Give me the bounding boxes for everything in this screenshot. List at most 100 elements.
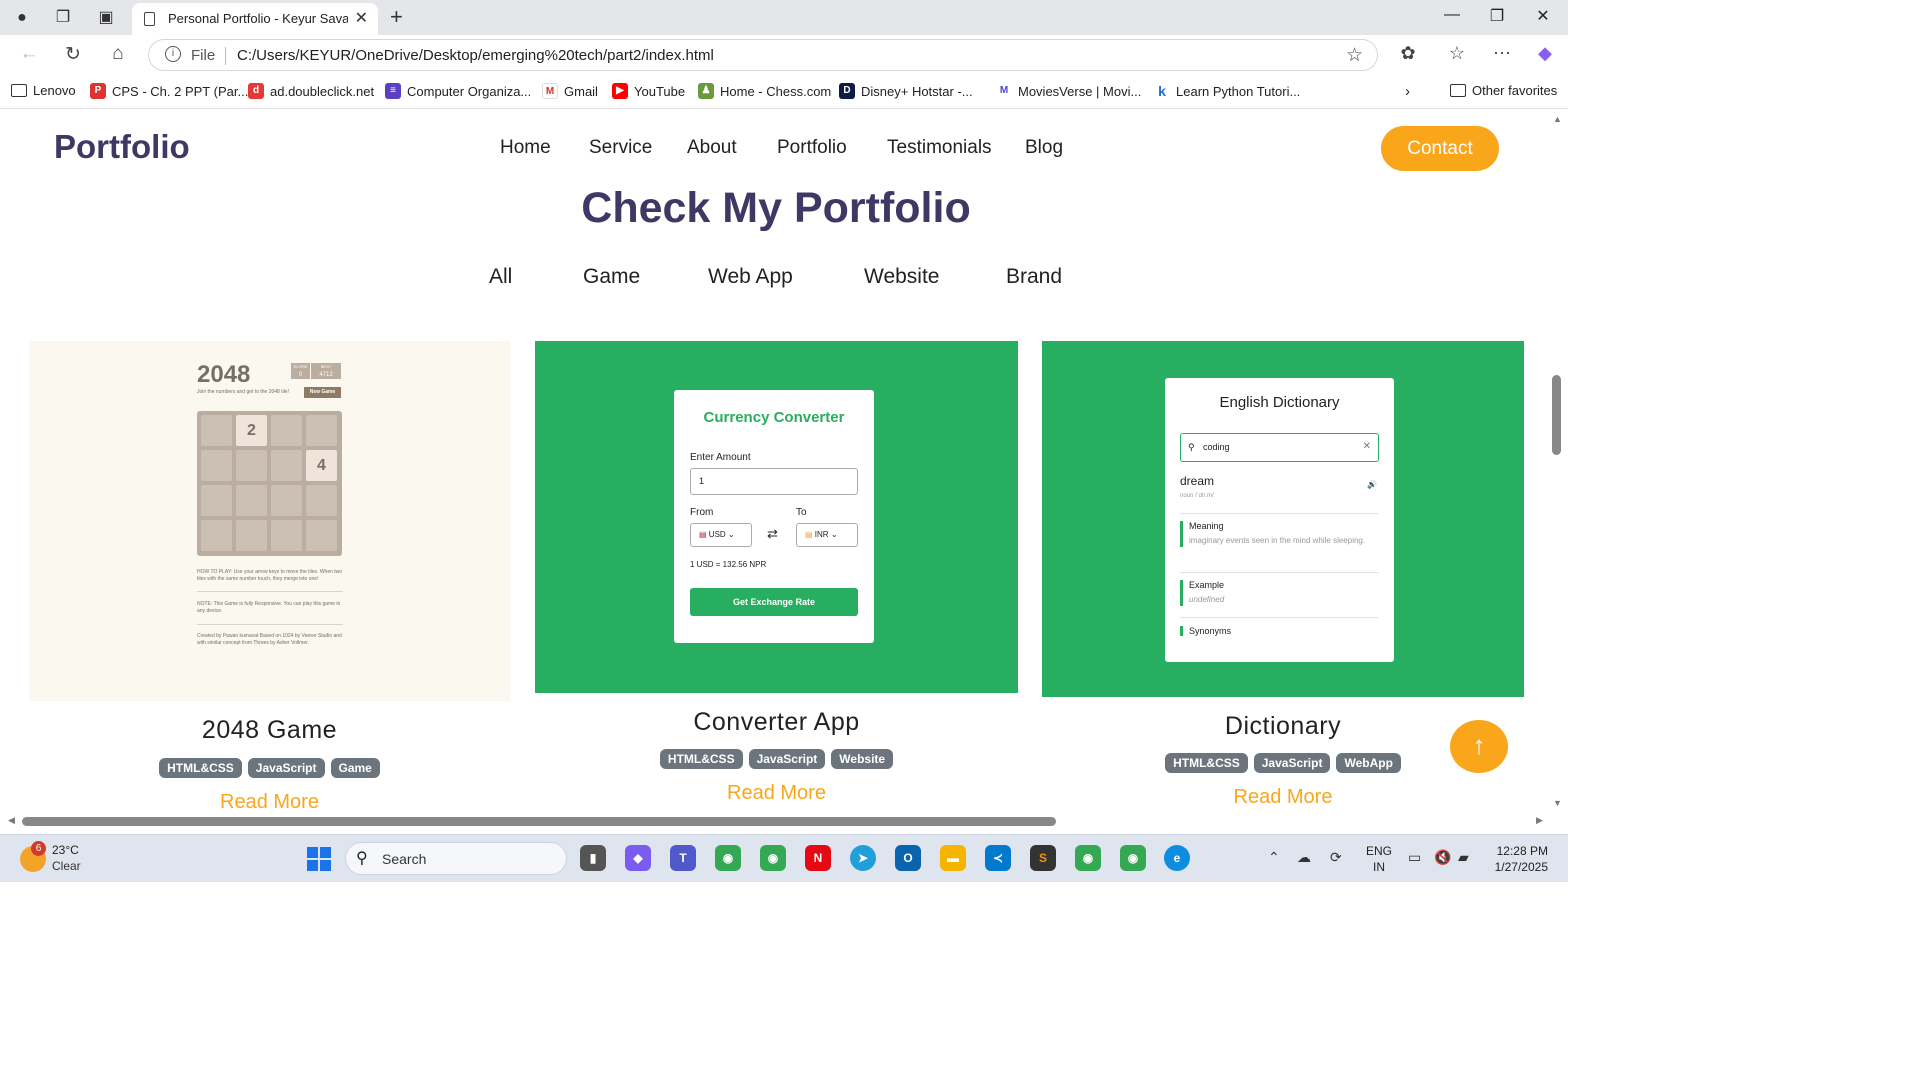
from-currency-select[interactable]: ▤ USD ⌄ [690, 523, 752, 547]
sublime-text-icon[interactable]: S [1030, 845, 1056, 871]
game-board[interactable]: 24 [197, 411, 342, 556]
to-currency-select[interactable]: ▤ INR ⌄ [796, 523, 858, 547]
nav-service[interactable]: Service [589, 137, 652, 159]
address-bar[interactable]: i File C:/Users/KEYUR/OneDrive/Desktop/e… [148, 39, 1378, 71]
network-icon[interactable]: ☁ [1297, 849, 1311, 866]
system-clock[interactable]: 12:28 PM 1/27/2025 [1486, 843, 1548, 875]
scroll-to-top-button[interactable]: ↑ [1450, 720, 1508, 773]
vertical-scrollbar[interactable]: ▲ ▼ [1548, 110, 1568, 828]
get-exchange-rate-button[interactable]: Get Exchange Rate [690, 588, 858, 616]
bookmark-other-favorites[interactable]: Other favorites [1450, 83, 1557, 98]
bookmark-chess[interactable]: ♟ Home - Chess.com [698, 83, 831, 99]
bookmark-moviesverse[interactable]: M MoviesVerse | Movi... [996, 83, 1141, 99]
task-view-icon[interactable]: ▮ [580, 845, 606, 871]
vertical-tabs-icon[interactable]: ▣ [95, 7, 117, 29]
extensions-icon[interactable]: ✿ [1395, 43, 1421, 64]
more-menu-icon[interactable]: ⋯ [1489, 43, 1515, 64]
bookmark-learn-python[interactable]: k Learn Python Tutori... [1154, 83, 1300, 99]
favorites-icon[interactable]: ☆ [1444, 43, 1470, 64]
edge-icon[interactable]: e [1164, 845, 1190, 871]
close-window-icon[interactable]: ✕ [1528, 6, 1558, 26]
project-image-converter[interactable]: Currency Converter Enter Amount 1 From T… [535, 341, 1018, 693]
refresh-icon[interactable]: ↻ [60, 43, 86, 66]
profile-icon[interactable]: ● [11, 7, 33, 29]
nav-about[interactable]: About [687, 137, 737, 159]
weather-condition[interactable]: Clear [52, 859, 81, 873]
bookmark-hotstar[interactable]: D Disney+ Hotstar -... [839, 83, 973, 99]
chrome-alt2-icon[interactable]: ◉ [1120, 845, 1146, 871]
game-tile [201, 415, 232, 446]
new-game-button[interactable]: New Game [304, 387, 341, 398]
read-more-link-2048[interactable]: Read More [29, 791, 510, 814]
browser-tab-active[interactable]: Personal Portfolio - Keyur Savaliya ✕ [132, 3, 378, 35]
vertical-scroll-thumb[interactable] [1552, 375, 1561, 455]
netflix-icon[interactable]: N [805, 845, 831, 871]
favorite-star-icon[interactable]: ☆ [1346, 44, 1363, 67]
filter-website[interactable]: Website [864, 265, 939, 289]
telegram-icon[interactable]: ➤ [850, 845, 876, 871]
game-subtitle: Join the numbers and get to the 2048 til… [197, 389, 290, 395]
bookmark-gmail[interactable]: M Gmail [542, 83, 598, 99]
workspaces-icon[interactable]: ❐ [52, 7, 74, 29]
maximize-icon[interactable]: ❐ [1482, 6, 1512, 26]
swap-icon[interactable]: ⇄ [767, 526, 778, 542]
amount-input[interactable]: 1 [690, 468, 858, 495]
nav-portfolio[interactable]: Portfolio [777, 137, 847, 159]
minimize-icon[interactable]: — [1437, 6, 1467, 24]
copilot-app-icon[interactable]: ◆ [625, 845, 651, 871]
scroll-left-arrow-icon[interactable]: ◀ [8, 815, 15, 826]
read-more-link-dictionary[interactable]: Read More [1042, 786, 1524, 809]
copilot-icon[interactable]: ◆ [1532, 43, 1558, 64]
language-indicator[interactable]: ENG IN [1366, 843, 1392, 875]
volume-muted-icon[interactable]: 🔇 [1434, 849, 1451, 866]
weather-temperature[interactable]: 23°C [52, 843, 79, 857]
project-image-dictionary[interactable]: English Dictionary ⚲ coding ✕ dream noun… [1042, 341, 1524, 697]
read-more-link-converter[interactable]: Read More [535, 782, 1018, 805]
vscode-icon[interactable]: ≺ [985, 845, 1011, 871]
site-logo[interactable]: Portfolio [54, 128, 190, 166]
more-bookmarks-chevron-icon[interactable]: › [1405, 83, 1410, 100]
bookmark-doubleclick[interactable]: d ad.doubleclick.net [248, 83, 374, 99]
close-tab-icon[interactable]: ✕ [355, 8, 368, 28]
project-image-2048[interactable]: 2048 SCORE 0 BEST 4712 Join the numbers an… [29, 341, 510, 701]
taskbar-search[interactable]: ⚲ Search [345, 842, 567, 875]
chrome-alt-icon[interactable]: ◉ [1075, 845, 1101, 871]
info-icon[interactable]: i [165, 46, 181, 62]
bookmark-youtube[interactable]: ▶ YouTube [612, 83, 685, 99]
contact-button[interactable]: Contact [1381, 126, 1499, 171]
nav-home[interactable]: Home [500, 137, 551, 159]
sync-icon[interactable]: ⟳ [1330, 849, 1342, 866]
file-explorer-icon[interactable]: ▬ [940, 845, 966, 871]
horizontal-scroll-thumb[interactable] [22, 817, 1056, 826]
nav-testimonials[interactable]: Testimonials [887, 137, 992, 159]
tag: JavaScript [247, 758, 325, 778]
home-icon[interactable]: ⌂ [105, 43, 131, 65]
show-hidden-icons-chevron-icon[interactable]: ⌃ [1268, 849, 1280, 866]
battery-icon[interactable]: ▰ [1458, 849, 1469, 866]
chrome-profile-icon[interactable]: ◉ [760, 845, 786, 871]
url-text[interactable]: C:/Users/KEYUR/OneDrive/Desktop/emerging… [237, 47, 714, 64]
back-icon[interactable]: ← [16, 43, 42, 65]
nav-blog[interactable]: Blog [1025, 137, 1063, 159]
new-tab-icon[interactable]: + [390, 4, 403, 30]
windows-start-icon[interactable] [307, 847, 331, 871]
bookmark-computer-organization[interactable]: ≡ Computer Organiza... [385, 83, 531, 99]
scroll-up-arrow-icon[interactable]: ▲ [1553, 114, 1562, 124]
bookmark-cps[interactable]: P CPS - Ch. 2 PPT (Par... [90, 83, 248, 99]
speaker-icon[interactable]: 🔊 [1367, 480, 1377, 489]
chrome-icon[interactable]: ◉ [715, 845, 741, 871]
filter-all[interactable]: All [489, 265, 512, 289]
divider [1180, 513, 1379, 514]
outlook-icon[interactable]: O [895, 845, 921, 871]
wifi-icon[interactable]: ▭ [1408, 849, 1421, 866]
filter-game[interactable]: Game [583, 265, 640, 289]
horizontal-scrollbar[interactable]: ◀ ▶ [0, 815, 1548, 828]
bookmark-lenovo[interactable]: Lenovo [11, 83, 76, 98]
teams-icon[interactable]: T [670, 845, 696, 871]
filter-brand[interactable]: Brand [1006, 265, 1062, 289]
scroll-right-arrow-icon[interactable]: ▶ [1536, 815, 1543, 826]
filter-web-app[interactable]: Web App [708, 265, 793, 289]
scroll-down-arrow-icon[interactable]: ▼ [1553, 798, 1562, 808]
clear-icon[interactable]: ✕ [1363, 434, 1371, 460]
dictionary-search-input[interactable]: ⚲ coding ✕ [1180, 433, 1379, 462]
